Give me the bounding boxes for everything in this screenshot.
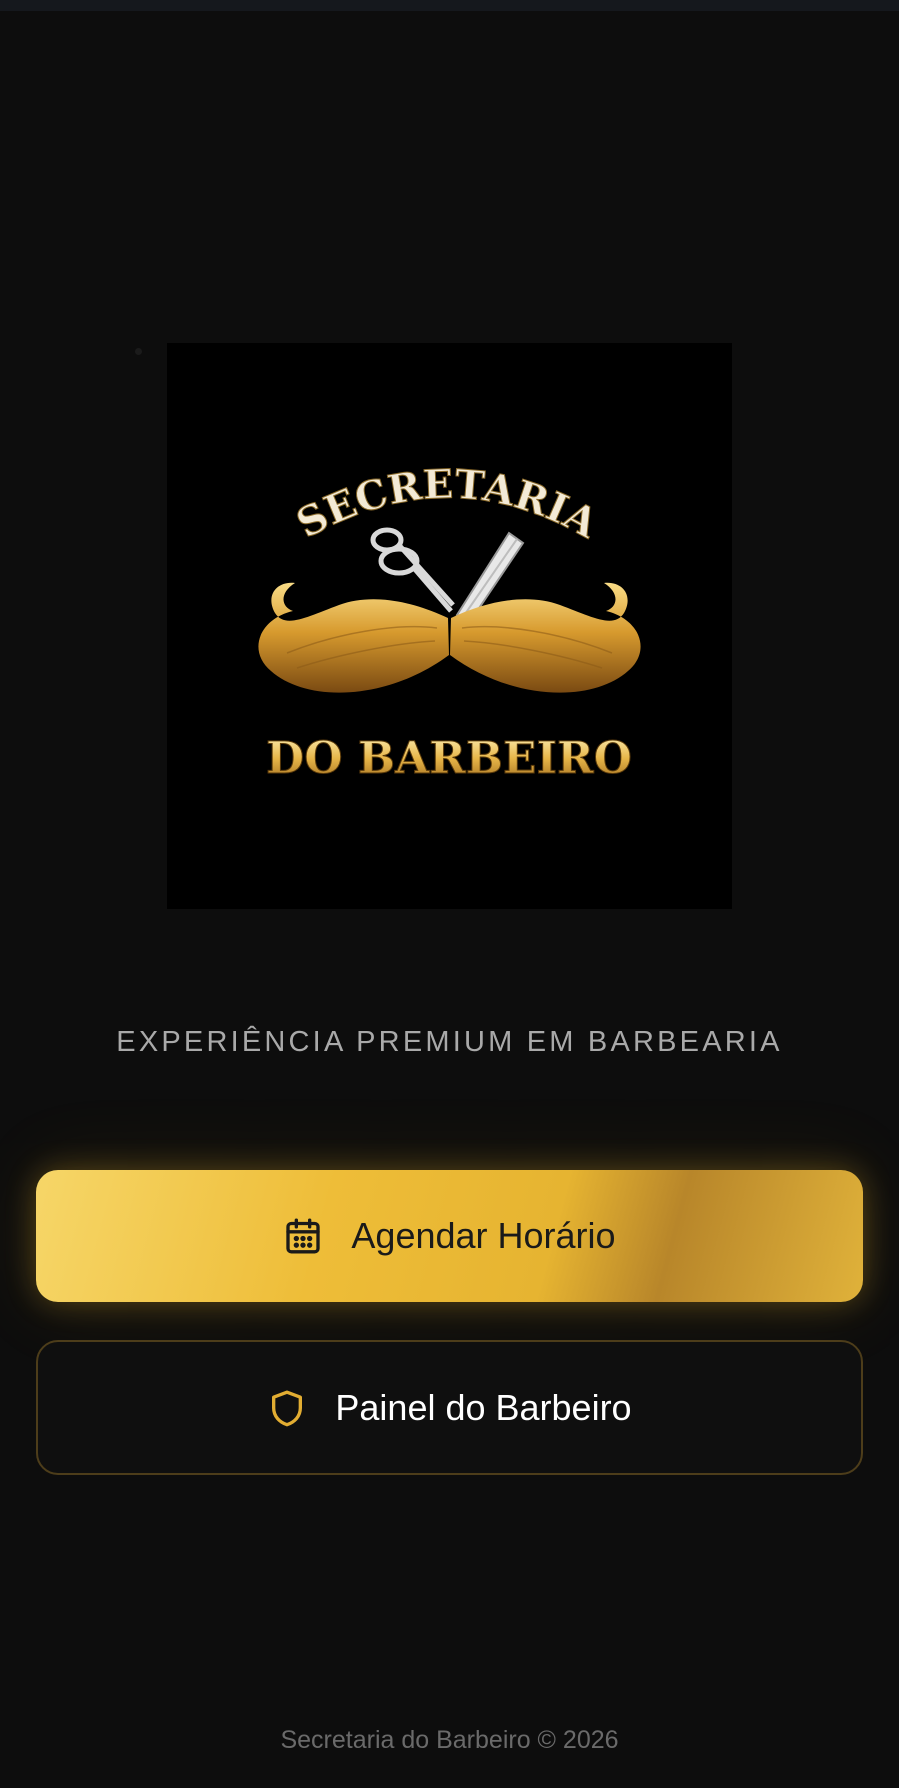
- schedule-appointment-button[interactable]: Agendar Horário: [36, 1170, 863, 1302]
- footer-copyright: Secretaria do Barbeiro © 2026: [280, 1726, 619, 1754]
- app-logo: SECRETARIA DO BARBEIRO: [167, 343, 732, 909]
- scissors-icon: [370, 527, 455, 613]
- shield-icon: [267, 1387, 307, 1429]
- barber-panel-button-label: Painel do Barbeiro: [335, 1386, 632, 1428]
- calendar-icon: [283, 1216, 323, 1256]
- logo-text-bottom: DO BARBEIRO: [266, 733, 632, 784]
- logo-text-top: SECRETARIA: [288, 460, 606, 548]
- barber-panel-button[interactable]: Painel do Barbeiro: [36, 1340, 863, 1475]
- tagline: EXPERIÊNCIA PREMIUM EM BARBEARIA: [116, 1026, 783, 1058]
- svg-text:SECRETARIA: SECRETARIA: [289, 461, 606, 548]
- decorative-dot: [135, 348, 142, 355]
- home-screen: SECRETARIA DO BARBEIRO EXPERIÊNCIA PREMI…: [0, 0, 899, 1788]
- schedule-button-label: Agendar Horário: [351, 1215, 616, 1256]
- status-bar: [0, 0, 899, 11]
